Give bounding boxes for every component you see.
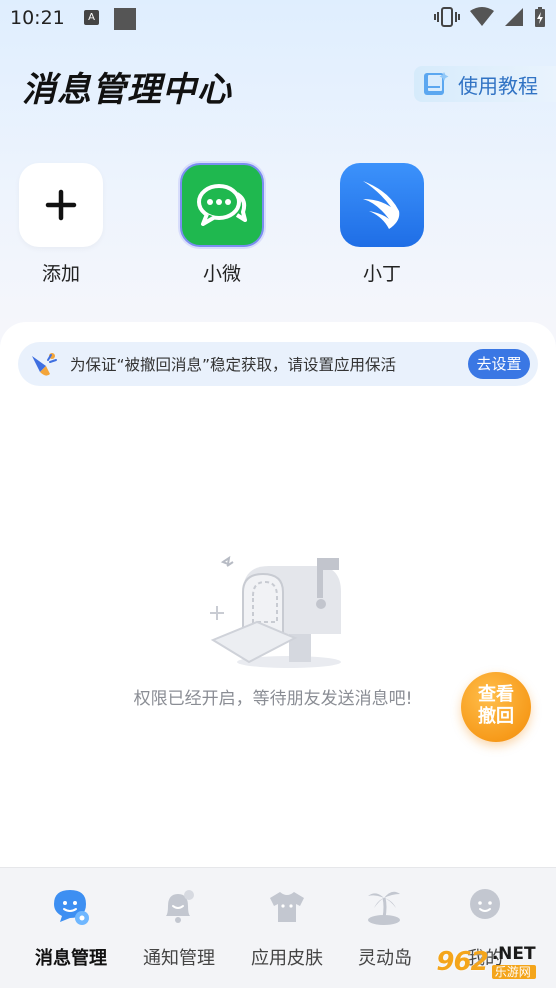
notice-text: 为保证“被撤回消息”稳定获取，请设置应用保活: [70, 356, 397, 374]
app-xiaoding[interactable]: 小丁: [322, 160, 442, 286]
tutorial-label: 使用教程: [458, 73, 538, 98]
nav-label: 消息管理: [35, 948, 107, 969]
status-bar: 10:21 A: [0, 0, 556, 38]
wechat-chat-icon: [180, 163, 264, 247]
view-recalled-button[interactable]: 查看 撤回: [461, 672, 531, 742]
app-label: 小微: [202, 263, 241, 285]
profile-avatar-icon: [470, 889, 500, 919]
nav-label: 通知管理: [143, 948, 215, 969]
dingtalk-wing-icon: [340, 163, 424, 247]
signal-icon: [505, 8, 523, 26]
battery-icon: [535, 7, 545, 27]
nav-label: 应用皮肤: [251, 948, 323, 969]
tshirt-skin-icon: [270, 892, 304, 922]
message-manage-icon: [54, 890, 89, 925]
notice-banner[interactable]: 为保证“被撤回消息”稳定获取，请设置应用保活 去设置: [18, 342, 538, 386]
watermark-net: .NET: [491, 943, 536, 964]
site-watermark: 962 .NET 乐游网: [418, 938, 554, 986]
notification-square-icon: [114, 8, 136, 30]
page-title: 消息管理中心: [22, 70, 232, 110]
tutorial-button[interactable]: 使用教程: [414, 66, 556, 102]
notification-a-icon: A: [84, 10, 99, 25]
watermark-sub: 乐游网: [491, 964, 536, 979]
megaphone-icon: [32, 353, 57, 376]
wifi-icon: [470, 7, 494, 26]
watermark-logo: 962: [436, 947, 488, 977]
status-icons: [434, 6, 546, 28]
island-palm-icon: [368, 891, 400, 925]
nav-app-skin[interactable]: 应用皮肤: [233, 884, 341, 970]
nav-notification-manage[interactable]: 通知管理: [125, 884, 233, 970]
plus-icon: [19, 163, 103, 247]
book-icon: [424, 72, 449, 95]
mailbox-illustration: [210, 555, 341, 668]
app-label: 小丁: [362, 263, 401, 285]
notification-bell-icon: [166, 890, 194, 923]
app-list: 添加 小微 小丁: [0, 160, 556, 290]
goto-settings-button[interactable]: 去设置: [468, 349, 530, 379]
status-time: 10:21: [10, 7, 65, 29]
nav-message-manage[interactable]: 消息管理: [17, 884, 125, 970]
vibrate-icon: [434, 7, 460, 27]
app-add[interactable]: 添加: [1, 160, 121, 286]
app-xiaowei[interactable]: 小微: [162, 160, 282, 286]
app-label: 添加: [41, 263, 80, 285]
